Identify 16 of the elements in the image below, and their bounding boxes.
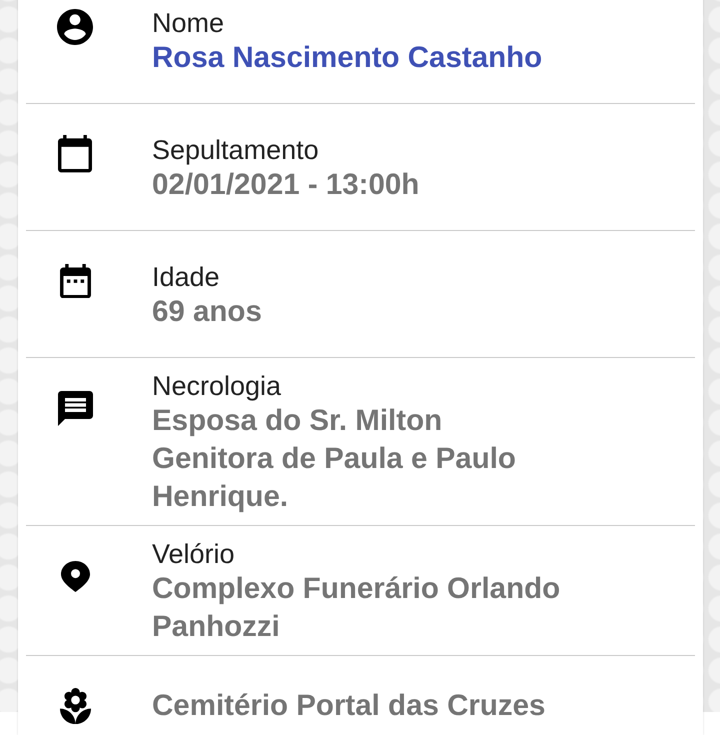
field-value: Esposa do Sr. Milton Genitora de Paula e Paulo Henrique.: [152, 403, 517, 515]
flower-icon: [60, 688, 90, 724]
field-label: Sepultamento: [152, 134, 320, 166]
field-value: Cemitério Portal das Cruzes: [152, 688, 546, 724]
field-label: Idade: [152, 260, 221, 292]
calendar-icon: [58, 135, 92, 173]
field-label: Necrologia: [152, 370, 282, 402]
calendar-dots-icon: [60, 264, 90, 298]
field-value: 02/01/2021 - 13:00h: [152, 166, 420, 202]
location-pin-icon: [60, 560, 90, 592]
field-label: Velório: [152, 538, 236, 570]
message-icon: [58, 390, 92, 426]
field-value: Complexo Funerário Orlando Panhozzi: [152, 571, 562, 645]
field-value: 69 anos: [152, 294, 263, 330]
person-name: Rosa Nascimento Castanho: [152, 40, 544, 76]
field-label: Nome: [152, 6, 226, 38]
